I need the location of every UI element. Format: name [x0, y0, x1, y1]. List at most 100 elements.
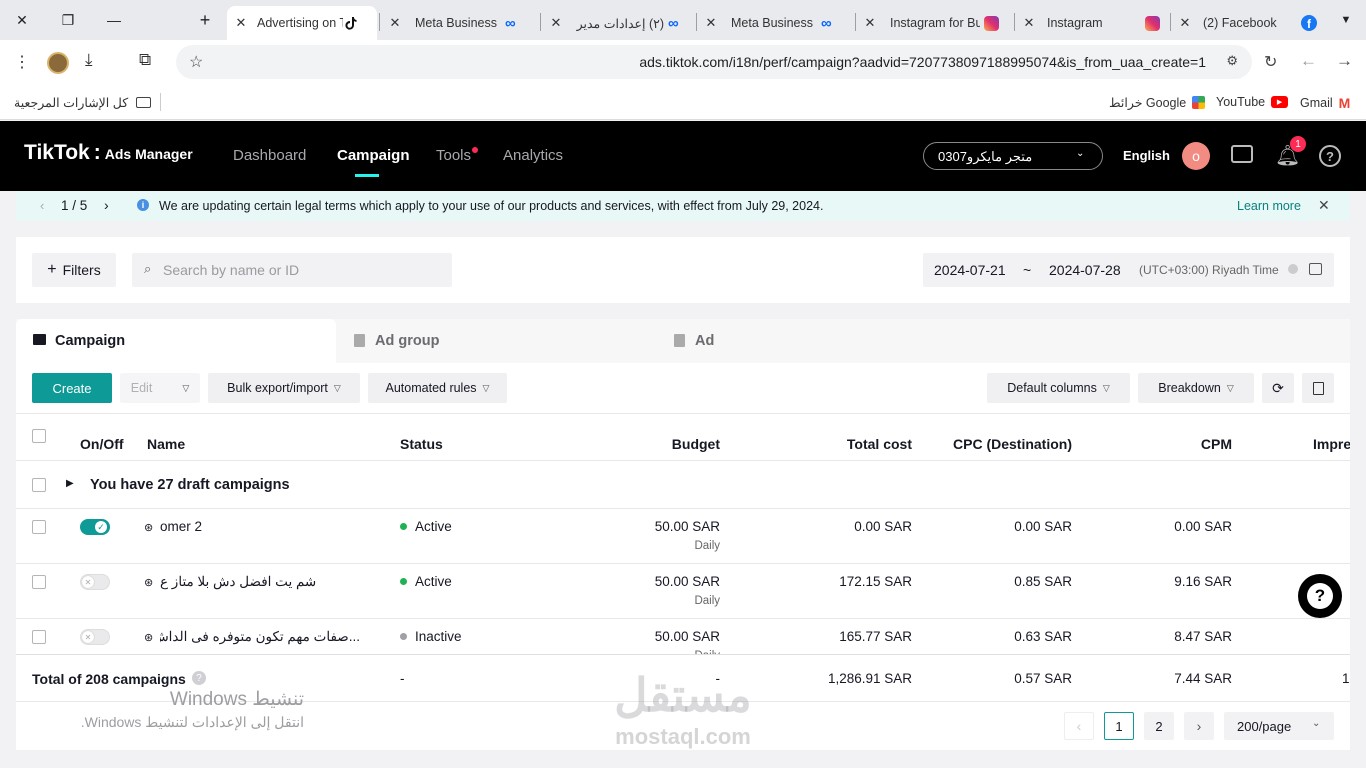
- user-avatar[interactable]: o: [1182, 142, 1210, 170]
- col-total-cost[interactable]: Total cost: [792, 436, 912, 452]
- nav-analytics[interactable]: Analytics: [503, 147, 563, 164]
- total-cpc: 0.57 SAR: [1014, 671, 1072, 686]
- col-name[interactable]: Name: [147, 436, 185, 452]
- back-icon[interactable]: ←: [1300, 51, 1317, 71]
- col-status[interactable]: Status: [400, 436, 443, 452]
- close-icon[interactable]: ✕: [1318, 197, 1330, 214]
- nav-dashboard[interactable]: Dashboard: [233, 147, 306, 164]
- profile-avatar-icon[interactable]: [47, 52, 69, 74]
- page-1[interactable]: 1: [1104, 712, 1134, 740]
- tab-close-icon[interactable]: ✕: [862, 15, 878, 31]
- automated-rules-button[interactable]: Automated rules ▽: [368, 373, 507, 403]
- search-input[interactable]: ⌕ Search by name or ID: [132, 253, 452, 287]
- on-off-toggle[interactable]: ✕: [80, 629, 110, 645]
- tab-close-icon[interactable]: ✕: [1177, 15, 1193, 31]
- language-selector[interactable]: English: [1123, 148, 1170, 163]
- date-range-picker[interactable]: 2024-07-21 ~ 2024-07-28 (UTC+03:00) Riya…: [923, 253, 1334, 287]
- campaign-name[interactable]: omer 2: [160, 519, 202, 534]
- tab-close-icon[interactable]: ✕: [233, 15, 249, 31]
- budget-cell[interactable]: 50.00 SAR: [600, 629, 720, 644]
- tab-tiktok[interactable]: ✕ Advertising on TikTok: [227, 6, 377, 40]
- tab-close-icon[interactable]: ✕: [703, 15, 719, 31]
- tab-close-icon[interactable]: ✕: [387, 15, 403, 31]
- row-checkbox[interactable]: [32, 520, 46, 534]
- briefcase-icon[interactable]: [1231, 145, 1253, 163]
- tab-facebook[interactable]: ✕ (2) Facebook f: [1177, 6, 1322, 40]
- expand-caret-icon[interactable]: ▶: [66, 478, 74, 489]
- prev-page-icon[interactable]: ‹: [1064, 712, 1094, 740]
- bookmark-youtube-label: YouTube: [1216, 95, 1266, 109]
- menu-dots-icon[interactable]: ⋮: [14, 52, 30, 72]
- tiktok-logo[interactable]: TikTok: Ads Manager: [24, 141, 193, 165]
- chevron-down-icon: ▽: [482, 382, 490, 393]
- forward-icon[interactable]: →: [1336, 51, 1353, 71]
- minimize-window-icon[interactable]: —: [101, 8, 127, 32]
- tab-instagram[interactable]: ✕ Instagram: [1021, 6, 1171, 40]
- tab-meta-1[interactable]: ✕ Meta Business Suite ∞: [387, 6, 537, 40]
- tab-campaign[interactable]: Campaign: [16, 319, 336, 363]
- edit-button[interactable]: Edit ▽: [120, 373, 200, 403]
- new-tab-icon[interactable]: +: [192, 8, 218, 32]
- reload-icon[interactable]: ↻: [1264, 52, 1277, 72]
- row-checkbox[interactable]: [32, 575, 46, 589]
- tab-instagram-business[interactable]: ✕ Instagram for Business: [862, 6, 1012, 40]
- create-button[interactable]: Create: [32, 373, 112, 403]
- bookmark-maps[interactable]: خرائط Google: [1109, 95, 1206, 110]
- refresh-icon[interactable]: ⟳: [1262, 373, 1294, 403]
- tab-ad[interactable]: Ad: [656, 319, 976, 363]
- learn-more-link[interactable]: Learn more: [1237, 199, 1301, 213]
- omnibox[interactable]: ☆ ads.tiktok.com/i18n/perf/campaign?aadv…: [176, 45, 1252, 79]
- restore-window-icon[interactable]: ❐: [55, 8, 81, 32]
- nav-tools[interactable]: Tools: [436, 147, 471, 164]
- bulk-export-import-button[interactable]: Bulk export/import ▽: [208, 373, 360, 403]
- search-icon: ⌕: [144, 261, 152, 276]
- on-off-toggle[interactable]: ✓: [80, 519, 110, 535]
- site-settings-icon[interactable]: ⚙: [1226, 53, 1238, 69]
- bookmark-star-icon[interactable]: ☆: [189, 52, 203, 72]
- export-file-icon[interactable]: [1302, 373, 1334, 403]
- floating-help-button[interactable]: ?: [1298, 574, 1342, 618]
- select-all-checkbox[interactable]: [32, 429, 46, 443]
- tab-ad-group[interactable]: Ad group: [336, 319, 656, 363]
- total-cost-cell: 172.15 SAR: [839, 574, 912, 589]
- bookmark-gmail[interactable]: Gmail M: [1300, 95, 1350, 111]
- breakdown-button[interactable]: Breakdown ▽: [1138, 373, 1254, 403]
- url-text[interactable]: ads.tiktok.com/i18n/perf/campaign?aadvid…: [639, 54, 1206, 70]
- nav-campaign[interactable]: Campaign: [337, 147, 410, 164]
- col-on-off[interactable]: On/Off: [80, 436, 124, 452]
- all-bookmarks[interactable]: كل الإشارات المرجعية: [14, 95, 152, 110]
- filters-button[interactable]: + Filters: [32, 253, 116, 287]
- draft-campaigns-label[interactable]: You have 27 draft campaigns: [90, 477, 290, 493]
- default-columns-button[interactable]: Default columns ▽: [987, 373, 1130, 403]
- col-impressions[interactable]: Impre: [1313, 436, 1350, 452]
- budget-cell[interactable]: 50.00 SAR: [600, 574, 720, 589]
- col-cpc[interactable]: CPC (Destination): [912, 436, 1072, 452]
- tab-close-icon[interactable]: ✕: [548, 15, 564, 31]
- download-icon[interactable]: ⤓: [85, 50, 93, 70]
- page-2[interactable]: 2: [1144, 712, 1174, 740]
- help-icon[interactable]: ?: [1319, 145, 1341, 167]
- campaign-name[interactable]: ...صفات مهم تكون متوفره فى الداش: [160, 629, 360, 645]
- tab-title: Meta Business Suite: [415, 16, 501, 30]
- tab-search-chevron-icon[interactable]: ▼: [1333, 8, 1359, 32]
- draft-checkbox[interactable]: [32, 478, 46, 492]
- col-cpm[interactable]: CPM: [1112, 436, 1232, 452]
- page-size-select[interactable]: 200/page ⌄: [1224, 712, 1334, 740]
- total-info-icon[interactable]: ?: [192, 671, 206, 685]
- campaign-name[interactable]: شم يت افضل دش بلا متاز ع: [160, 574, 360, 590]
- on-off-toggle[interactable]: ✕: [80, 574, 110, 590]
- close-window-icon[interactable]: ✕: [9, 8, 35, 32]
- check-icon: ✓: [95, 521, 107, 533]
- next-notice-icon[interactable]: ›: [104, 197, 109, 213]
- col-budget[interactable]: Budget: [600, 436, 720, 452]
- budget-cell[interactable]: 50.00 SAR: [600, 519, 720, 534]
- tab-close-icon[interactable]: ✕: [1021, 15, 1037, 31]
- row-checkbox[interactable]: [32, 630, 46, 644]
- bookmark-youtube[interactable]: YouTube ▶: [1216, 95, 1289, 109]
- next-page-icon[interactable]: ›: [1184, 712, 1214, 740]
- tab-meta-2[interactable]: ✕ (٢) إعدادات مدير ∞: [548, 6, 698, 40]
- extensions-icon[interactable]: ⧉: [139, 50, 151, 70]
- tab-meta-3[interactable]: ✕ Meta Business Suite ∞: [703, 6, 853, 40]
- ad-icon: [674, 334, 685, 347]
- prev-notice-icon[interactable]: ‹: [40, 198, 44, 213]
